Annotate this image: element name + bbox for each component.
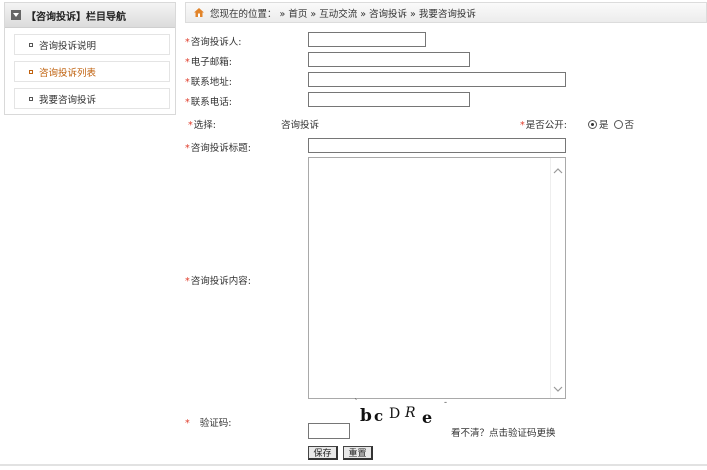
breadcrumb: 您现在的位置： » 首页 » 互动交流 » 咨询投诉 » 我要咨询投诉 [185, 2, 707, 23]
sidebar-item-instructions[interactable]: 咨询投诉说明 [14, 34, 170, 55]
phone-label: *联系电话: [185, 97, 232, 108]
breadcrumb-home-link[interactable]: » 首页 [280, 6, 308, 20]
subject-input[interactable] [308, 138, 566, 153]
square-bullet-icon [29, 96, 33, 101]
phone-input[interactable] [308, 92, 470, 107]
sidebar-item-list[interactable]: 咨询投诉列表 [14, 61, 170, 82]
captcha-input[interactable] [308, 423, 350, 439]
captcha-label: * 验证码: [185, 418, 232, 429]
sidebar-title: 【咨询投诉】栏目导航 [26, 11, 126, 23]
address-input[interactable] [308, 72, 566, 87]
public-no-label: 否 [624, 120, 635, 131]
select-label: *选择: [188, 120, 216, 131]
email-label: *电子邮箱: [185, 57, 232, 68]
breadcrumb-prefix: 您现在的位置： [210, 8, 277, 20]
footer-divider [0, 464, 707, 466]
sidebar-item-label: 咨询投诉列表 [39, 67, 97, 79]
textarea-scrollbar[interactable] [550, 158, 565, 398]
public-yes-label: 是 [599, 120, 609, 131]
sidebar-nav: 【咨询投诉】栏目导航 咨询投诉说明 咨询投诉列表 我要咨询投诉 [4, 2, 176, 115]
save-button[interactable]: 保存 [308, 446, 338, 460]
content-label: *咨询投诉内容: [185, 276, 251, 287]
sidebar-header: 【咨询投诉】栏目导航 [5, 3, 175, 28]
subject-label: *咨询投诉标题: [185, 143, 251, 154]
breadcrumb-consult-link[interactable]: » 咨询投诉 [360, 6, 407, 20]
reset-button[interactable]: 重置 [343, 446, 373, 460]
breadcrumb-current: » 我要咨询投诉 [410, 8, 476, 20]
home-icon [194, 8, 204, 17]
breadcrumb-interaction-link[interactable]: » 互动交流 [310, 6, 357, 20]
square-bullet-icon [29, 69, 33, 74]
scroll-down-icon[interactable] [553, 386, 563, 392]
captcha-image[interactable]: ` b c D R e - [352, 398, 452, 427]
name-input[interactable] [308, 32, 426, 47]
public-yes-radio[interactable] [588, 119, 597, 129]
collapse-toggle-icon[interactable] [11, 10, 21, 20]
sidebar-item-label: 咨询投诉说明 [39, 40, 97, 52]
select-value[interactable]: 咨询投诉 [281, 117, 319, 131]
scroll-up-icon[interactable] [553, 168, 563, 174]
sidebar-item-label: 我要咨询投诉 [39, 94, 97, 106]
content-textarea[interactable] [308, 157, 566, 399]
captcha-refresh-hint[interactable]: 看不清？点击验证码更换 [451, 425, 556, 439]
public-radio-group: 是 否 [588, 117, 639, 131]
sidebar-item-submit[interactable]: 我要咨询投诉 [14, 88, 170, 109]
email-input[interactable] [308, 52, 470, 67]
public-label: *是否公开: [520, 120, 567, 131]
public-no-radio[interactable] [613, 119, 623, 129]
address-label: *联系地址: [185, 77, 232, 88]
name-label: *咨询投诉人: [185, 37, 242, 48]
square-bullet-icon [29, 42, 33, 47]
